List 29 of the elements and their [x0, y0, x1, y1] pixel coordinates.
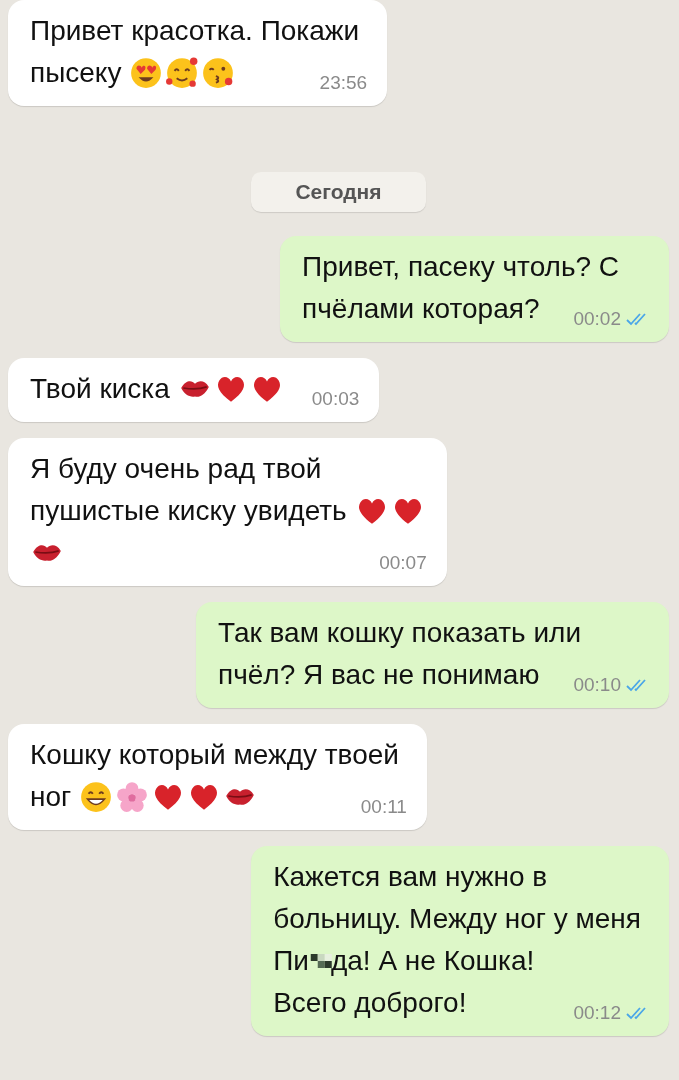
- message-time: 00:07: [379, 552, 427, 574]
- message-text: Всего доброго!: [273, 986, 467, 1020]
- message-text: да! А не Кошка!: [330, 944, 535, 978]
- message-time: 00:02: [573, 308, 621, 330]
- message-time: 23:56: [319, 72, 368, 94]
- message-text: Кошку который между твоей: [30, 738, 399, 772]
- message-text: больницу. Между ног у меня: [273, 902, 641, 936]
- message-text: Так вам кошку показать или: [218, 616, 582, 650]
- message-time: 00:11: [360, 796, 407, 818]
- message-text: Привет красотка. Покажи: [30, 14, 360, 48]
- message-time: 00:12: [573, 1002, 621, 1024]
- message-text: Пи: [273, 944, 309, 978]
- smiling-face-with-hearts-icon: [165, 56, 200, 90]
- message-time: 00:10: [573, 674, 621, 696]
- message-text: Твой киска: [30, 372, 170, 406]
- date-label: Сегодня: [251, 172, 426, 212]
- message-text: пчёлами которая?: [302, 292, 540, 326]
- kissing-face-icon: [201, 56, 236, 90]
- heart-eyes-face-icon: [129, 56, 164, 90]
- message-text: Кажется вам нужно в: [273, 860, 548, 894]
- grinning-face-icon: [79, 780, 114, 814]
- message-text: ног: [30, 780, 72, 814]
- message-text: пушистые киску увидеть: [30, 494, 347, 528]
- message-time: 00:03: [311, 388, 360, 410]
- flower-icon: [115, 780, 150, 814]
- message-text: Я буду очень рад твой: [30, 452, 322, 486]
- message-text: Привет, пасеку чтоль? С: [302, 250, 620, 284]
- message-text: пчёл? Я вас не понимаю: [218, 658, 540, 692]
- message-text: пысеку: [30, 56, 122, 90]
